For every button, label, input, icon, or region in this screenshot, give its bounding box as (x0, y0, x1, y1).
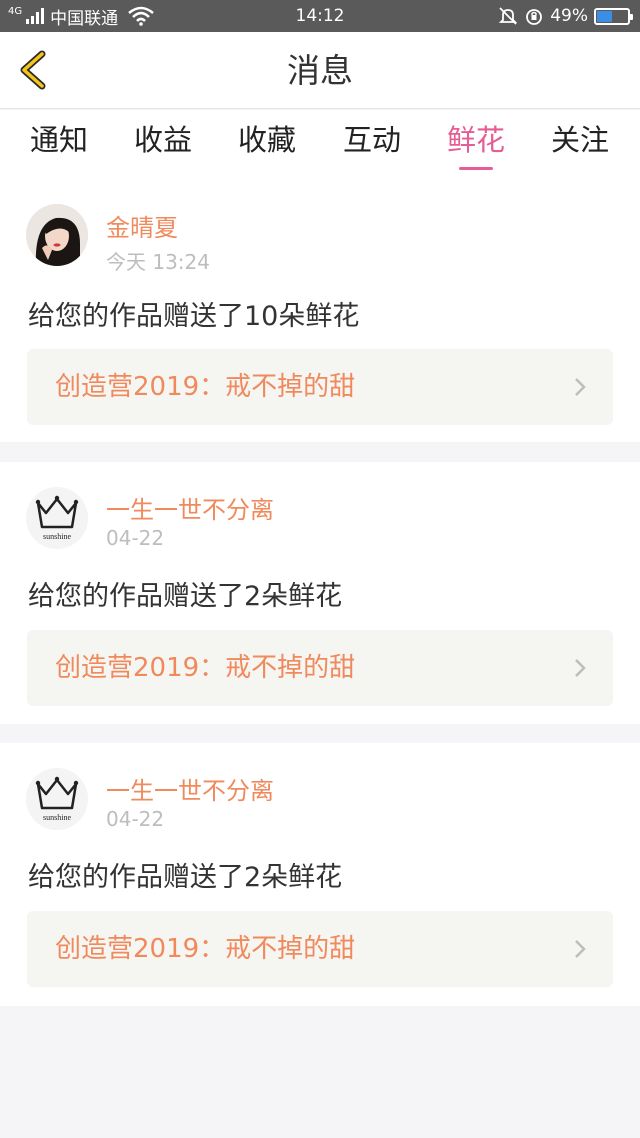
chevron-right-icon (575, 659, 586, 677)
message-time: 04-22 (106, 807, 165, 831)
chevron-right-icon (575, 378, 586, 396)
message-text: 给您的作品赠送了2朵鲜花 (28, 581, 343, 612)
user-photo-icon (26, 204, 88, 266)
tab-interactions[interactable]: 互动 (327, 120, 417, 174)
crown-icon: sunshine (26, 487, 88, 549)
message-text: 给您的作品赠送了10朵鲜花 (28, 301, 360, 332)
avatar[interactable]: sunshine (26, 768, 88, 830)
tab-label: 通知 (29, 123, 88, 157)
status-bar: 4G 中国联通 14:12 49% (0, 0, 640, 32)
message-card: sunshine 一生一世不分离 04-22 给您的作品赠送了2朵鲜花 创造营2… (0, 743, 640, 1006)
alarm-icon (526, 9, 543, 25)
tab-earnings[interactable]: 收益 (118, 120, 208, 174)
tab-favorites[interactable]: 收藏 (222, 120, 312, 174)
work-title: 创造营2019：戒不掉的甜 (55, 372, 356, 402)
username[interactable]: 一生一世不分离 (106, 771, 274, 806)
avatar-text: sunshine (43, 813, 71, 822)
avatar-text: sunshine (43, 532, 71, 541)
page-title: 消息 (287, 51, 353, 90)
tab-bar: 通知 收益 收藏 互动 鲜花 关注 (0, 110, 640, 178)
message-time: 今天 13:24 (106, 250, 210, 274)
message-text: 给您的作品赠送了2朵鲜花 (28, 862, 343, 893)
avatar[interactable] (26, 204, 88, 266)
tab-label: 关注 (550, 123, 609, 157)
tab-label: 收藏 (237, 123, 296, 157)
status-right: 49% (498, 0, 633, 32)
username[interactable]: 一生一世不分离 (106, 490, 274, 525)
avatar[interactable]: sunshine (26, 487, 88, 549)
battery-icon (594, 7, 633, 25)
nav-header: 消息 (0, 32, 640, 109)
work-title: 创造营2019：戒不掉的甜 (55, 934, 356, 964)
tab-label: 收益 (133, 123, 192, 157)
username[interactable]: 金晴夏 (106, 208, 178, 243)
active-tab-indicator (459, 167, 493, 170)
battery-percent: 49% (550, 6, 588, 26)
tab-label: 互动 (342, 123, 401, 157)
chevron-right-icon (575, 940, 586, 958)
work-link[interactable]: 创造营2019：戒不掉的甜 (27, 911, 613, 987)
work-link[interactable]: 创造营2019：戒不掉的甜 (27, 349, 613, 425)
message-time: 04-22 (106, 526, 165, 550)
message-card: sunshine 一生一世不分离 04-22 给您的作品赠送了2朵鲜花 创造营2… (0, 462, 640, 724)
tab-flowers[interactable]: 鲜花 (431, 120, 521, 174)
tab-label: 鲜花 (446, 123, 505, 157)
mute-icon (499, 7, 518, 25)
tab-following[interactable]: 关注 (535, 120, 625, 174)
message-card: 金晴夏 今天 13:24 给您的作品赠送了10朵鲜花 创造营2019：戒不掉的甜 (0, 178, 640, 442)
crown-icon: sunshine (26, 768, 88, 830)
battery-level (597, 10, 612, 22)
work-title: 创造营2019：戒不掉的甜 (55, 653, 356, 683)
work-link[interactable]: 创造营2019：戒不掉的甜 (27, 630, 613, 706)
tab-notifications[interactable]: 通知 (14, 120, 104, 174)
